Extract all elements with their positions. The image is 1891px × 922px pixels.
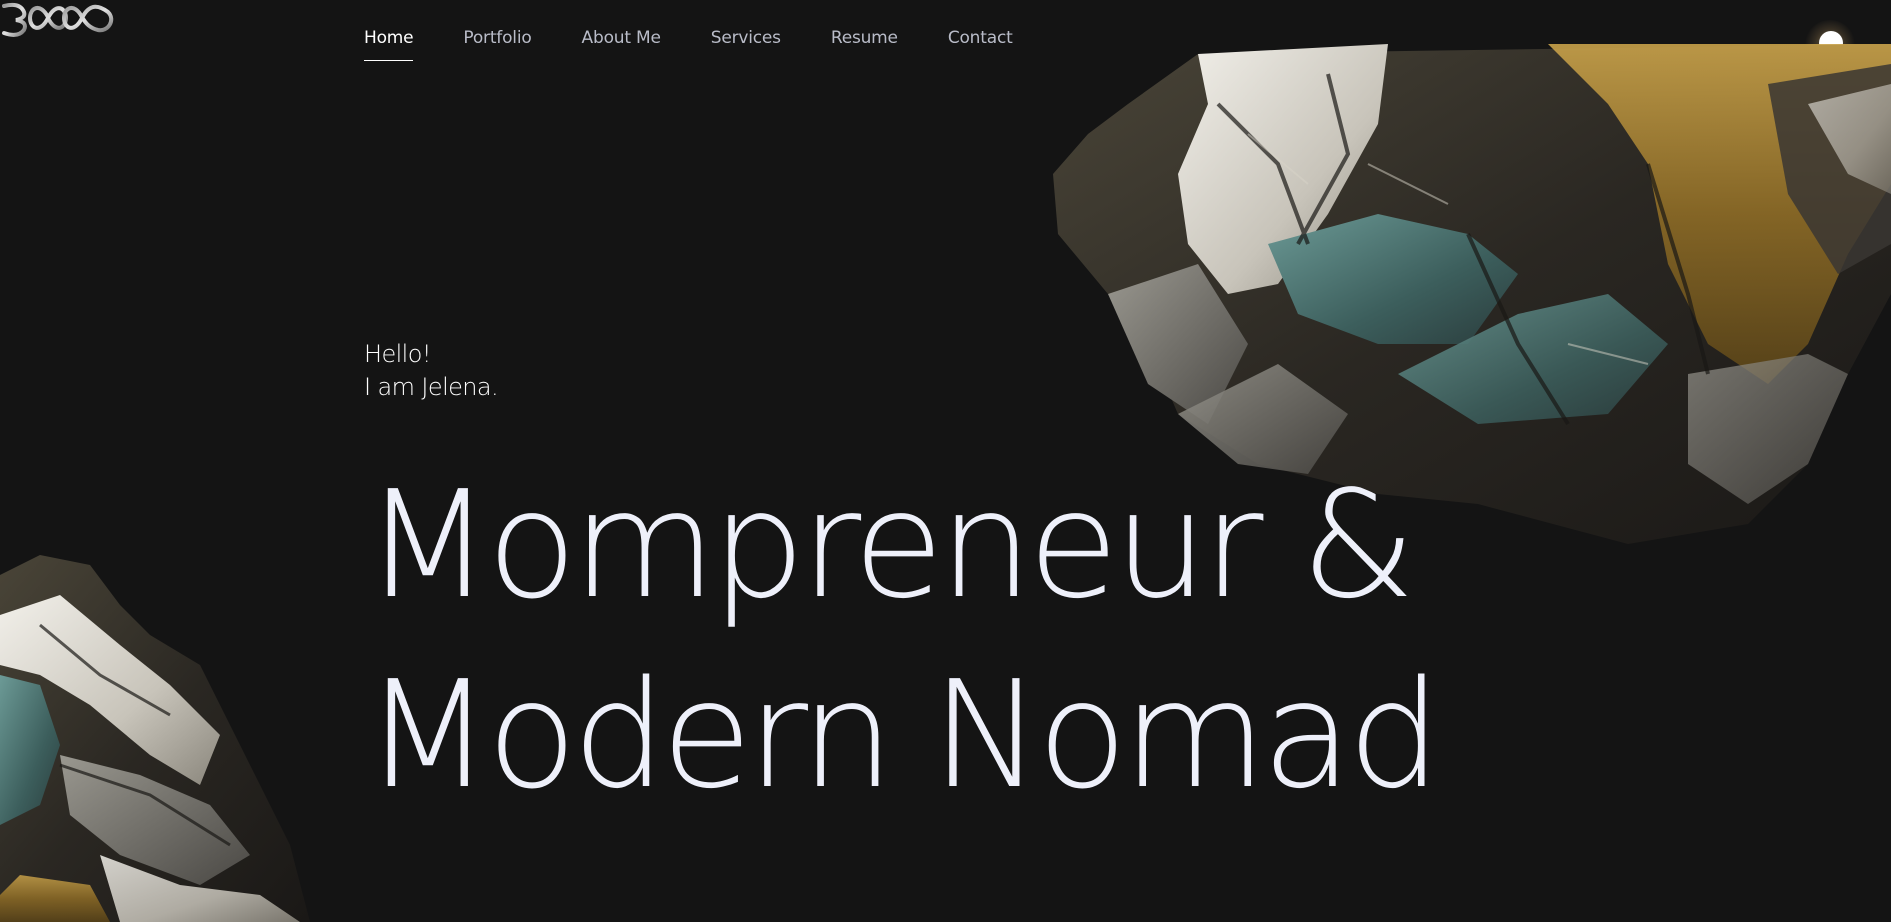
- hero-intro: Hello! I am Jelena.: [364, 338, 499, 404]
- headline-line-2: Modern Nomad: [364, 649, 1441, 821]
- main-nav: Home Portfolio About Me Services Resume …: [364, 28, 1063, 61]
- greeting-text: Hello!: [364, 340, 431, 368]
- headline-line-1: Mompreneur &: [364, 459, 1416, 631]
- page: 3∞ Home Portfolio About Me Services Resu…: [0, 0, 1891, 922]
- nav-contact[interactable]: Contact: [948, 28, 1013, 60]
- nav-resume[interactable]: Resume: [831, 28, 898, 60]
- hero-headline: Mompreneur & Modern Nomad: [364, 450, 1441, 830]
- nav-home[interactable]: Home: [364, 28, 414, 61]
- intro-text: I am Jelena.: [364, 373, 499, 401]
- nav-portfolio[interactable]: Portfolio: [463, 28, 531, 60]
- corner-rock-image: [0, 555, 310, 922]
- nav-services[interactable]: Services: [711, 28, 781, 60]
- nav-about-me[interactable]: About Me: [582, 28, 661, 60]
- logo-mark-icon: [2, 2, 114, 37]
- site-logo[interactable]: 3∞: [0, 0, 120, 40]
